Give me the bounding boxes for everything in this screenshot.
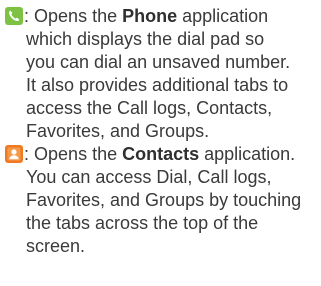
text-line: which displays the dial pad so [26, 29, 265, 49]
contacts-description-text: : Opens the Contacts application. You ca… [5, 143, 319, 258]
text-line: Favorites, and Groups by touching [26, 190, 302, 210]
phone-app-description: : Opens the Phone application which disp… [5, 5, 319, 143]
phone-icon [5, 7, 23, 25]
document-page: : Opens the Phone application which disp… [0, 0, 321, 286]
text-line: Favorites, and Groups. [26, 121, 210, 141]
intro-suffix: application. [199, 144, 296, 164]
text-line: you can dial an unsaved number. [26, 52, 291, 72]
text-line: screen. [26, 236, 86, 256]
intro-text: Opens the [34, 144, 123, 164]
colon: : [24, 144, 30, 164]
text-line: It also provides additional tabs to [26, 75, 289, 95]
contacts-app-description: : Opens the Contacts application. You ca… [5, 143, 319, 258]
intro-text: Opens the [34, 6, 123, 26]
app-name-phone: Phone [122, 6, 178, 26]
intro-suffix: application [177, 6, 269, 26]
phone-description-text: : Opens the Phone application which disp… [5, 5, 319, 143]
text-line: access the Call logs, Contacts, [26, 98, 273, 118]
app-name-contacts: Contacts [122, 144, 200, 164]
text-line: the tabs across the top of the [26, 213, 259, 233]
contacts-icon [5, 145, 23, 163]
text-line: You can access Dial, Call logs, [26, 167, 272, 187]
colon: : [24, 6, 30, 26]
